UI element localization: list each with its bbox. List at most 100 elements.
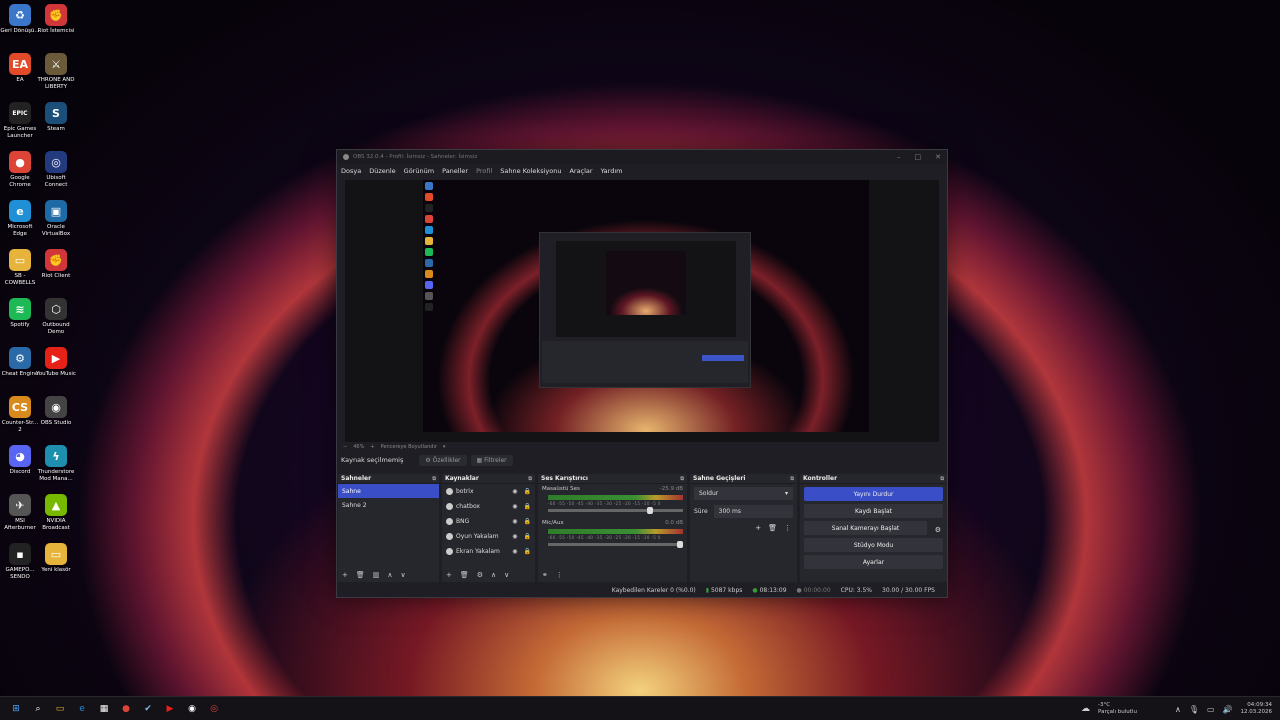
move-up-icon[interactable]: ∧ [491, 571, 496, 579]
obs-window[interactable]: OBS 32.0.4 - Profil: İsimsiz - Sahneler:… [336, 149, 948, 598]
desktop-icon[interactable]: ◎ Ubisoft Connect [36, 151, 76, 189]
duration-input[interactable]: 300 ms [713, 505, 793, 518]
add-icon[interactable]: + [342, 571, 348, 579]
more-icon[interactable]: ⋮ [556, 571, 563, 579]
desktop-icon[interactable]: e Microsoft Edge [0, 200, 40, 238]
move-down-icon[interactable]: ∨ [504, 571, 509, 579]
minimize-icon[interactable]: – [897, 153, 901, 161]
eye-icon[interactable]: ◉ [512, 488, 517, 495]
youtube-icon[interactable]: ▶ [162, 701, 178, 717]
transition-select[interactable]: Soldur ▾ [694, 487, 793, 500]
preview-area[interactable] [345, 180, 939, 442]
trash-icon[interactable]: 🗑 [768, 524, 777, 532]
lock-icon[interactable]: 🔒 [524, 488, 531, 495]
start-virtual-camera-button[interactable]: Sanal Kamerayı Başlat [804, 521, 927, 535]
menu-gorunum[interactable]: Görünüm [404, 167, 434, 175]
preview-canvas[interactable] [423, 180, 869, 432]
lock-icon[interactable]: 🔒 [524, 518, 531, 525]
chevron-up-icon[interactable]: ∧ [1175, 705, 1181, 714]
trash-icon[interactable]: 🗑 [460, 571, 469, 579]
desktop-icon[interactable]: ✊ Riot İstemcisi [36, 4, 76, 35]
source-item[interactable]: BNG ◉ 🔒 [442, 514, 535, 529]
desktop-icon[interactable]: EA EA [0, 53, 40, 84]
desktop-icon[interactable]: ⚔ THRONE AND LIBERTY [36, 53, 76, 91]
desktop-icon[interactable]: ✈ MSI Afterburner [0, 494, 40, 532]
dock-undock-icon[interactable]: ⧉ [940, 476, 944, 482]
properties-button[interactable]: ⚙ Özellikler [419, 454, 467, 466]
steam-icon[interactable]: ✔ [140, 701, 156, 717]
windows-start-icon[interactable]: ⊞ [8, 701, 24, 717]
edge-icon[interactable]: e [74, 701, 90, 717]
trash-icon[interactable]: 🗑 [356, 571, 365, 579]
close-icon[interactable]: ✕ [935, 153, 941, 161]
chevron-down-icon[interactable]: ▾ [443, 444, 446, 450]
store-icon[interactable]: ▦ [96, 701, 112, 717]
volume-slider[interactable] [548, 541, 683, 548]
desktop-icon[interactable]: ⚙ Cheat Engine [0, 347, 40, 378]
desktop-icon[interactable]: ≋ Spotify [0, 298, 40, 329]
maximize-icon[interactable]: □ [915, 153, 922, 161]
stop-stream-button[interactable]: Yayını Durdur [804, 487, 943, 501]
move-down-icon[interactable]: ∨ [401, 571, 406, 579]
file-explorer-icon[interactable]: ▭ [52, 701, 68, 717]
desktop-icon[interactable]: ▪ GAMEPO... SENDO [0, 543, 40, 581]
dock-undock-icon[interactable]: ⧉ [528, 476, 532, 482]
zoom-in-button[interactable]: + [370, 444, 374, 450]
add-icon[interactable]: + [755, 524, 761, 532]
chrome-icon[interactable]: ● [118, 701, 134, 717]
weather-icon[interactable]: ☁ [1081, 704, 1090, 714]
desktop-icon[interactable]: ▶ YouTube Music [36, 347, 76, 378]
filters-button[interactable]: ▦ Filtreler [470, 454, 513, 466]
filter-icon[interactable]: ▥ [373, 571, 380, 579]
add-icon[interactable]: + [446, 571, 452, 579]
dock-undock-icon[interactable]: ⧉ [432, 476, 436, 482]
menu-profil[interactable]: Profil [476, 167, 492, 175]
desktop-icon[interactable]: ⬡ Outbound Demo [36, 298, 76, 336]
source-item[interactable]: Oyun Yakalam ◉ 🔒 [442, 529, 535, 544]
settings-button[interactable]: Ayarlar [804, 555, 943, 569]
desktop-icon[interactable]: S Steam [36, 102, 76, 133]
move-up-icon[interactable]: ∧ [387, 571, 392, 579]
desktop-icon[interactable]: ▭ SB - COWBELLS [0, 249, 40, 287]
desktop-icon[interactable]: ▭ Yeni klasör [36, 543, 76, 574]
source-item[interactable]: chatbox ◉ 🔒 [442, 499, 535, 514]
menu-yardim[interactable]: Yardım [601, 167, 623, 175]
lock-icon[interactable]: 🔒 [524, 533, 531, 540]
eye-icon[interactable]: ◉ [512, 518, 517, 525]
dock-undock-icon[interactable]: ⧉ [790, 476, 794, 482]
slider-handle[interactable] [677, 541, 683, 548]
lock-icon[interactable]: 🔒 [524, 548, 531, 555]
gear-icon[interactable]: ⚙ [477, 571, 483, 579]
zoom-out-button[interactable]: − [343, 444, 347, 450]
scene-item[interactable]: Sahne [338, 484, 439, 498]
microphone-icon[interactable]: 🎙 [1189, 705, 1199, 714]
more-icon[interactable]: ⋮ [784, 524, 791, 532]
clock[interactable]: 04:09:34 12.03.2026 [1241, 702, 1273, 716]
fit-window-button[interactable]: Pencereye Boyutlandır [381, 444, 437, 450]
start-recording-button[interactable]: Kaydı Başlat [804, 504, 943, 518]
source-item[interactable]: Ekran Yakalam ◉ 🔒 [442, 544, 535, 559]
eye-icon[interactable]: ◉ [512, 503, 517, 510]
volume-slider[interactable] [548, 507, 683, 514]
app-icon[interactable]: ◎ [206, 701, 222, 717]
menu-araclar[interactable]: Araçlar [569, 167, 592, 175]
menu-sahne-koleksiyonu[interactable]: Sahne Koleksiyonu [500, 167, 561, 175]
link-icon[interactable]: ⚭ [542, 571, 548, 579]
studio-mode-button[interactable]: Stüdyo Modu [804, 538, 943, 552]
slider-handle[interactable] [647, 507, 654, 514]
menu-paneller[interactable]: Paneller [442, 167, 468, 175]
desktop-icon[interactable]: ◕ Discord [0, 445, 40, 476]
obs-titlebar[interactable]: OBS 32.0.4 - Profil: İsimsiz - Sahneler:… [337, 150, 947, 164]
desktop-icon[interactable]: ▣ Oracle VirtualBox [36, 200, 76, 238]
desktop-icon[interactable]: CS Counter-Str... 2 [0, 396, 40, 434]
weather[interactable]: -3°C Parçalı bulutlu [1098, 702, 1137, 716]
desktop-icon[interactable]: ϟ Thunderstore Mod Mana... [36, 445, 76, 483]
desktop-icon[interactable]: EPIC Epic Games Launcher [0, 102, 40, 140]
desktop-icon[interactable]: ● Google Chrome [0, 151, 40, 189]
dock-undock-icon[interactable]: ⧉ [680, 476, 684, 482]
menu-dosya[interactable]: Dosya [341, 167, 361, 175]
search-icon[interactable]: ⌕ [30, 701, 46, 717]
desktop-icon[interactable]: ◉ OBS Studio [36, 396, 76, 427]
source-item[interactable]: botrix ◉ 🔒 [442, 484, 535, 499]
menu-duzenle[interactable]: Düzenle [369, 167, 395, 175]
